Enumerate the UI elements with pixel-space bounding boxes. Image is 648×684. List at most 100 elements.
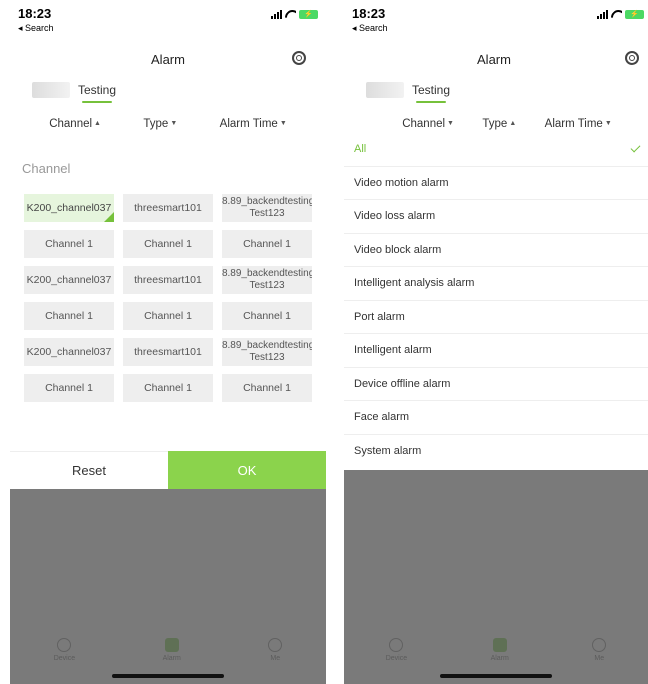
tab-me-label: Me	[270, 655, 281, 662]
caret-down-icon: ▼	[170, 120, 178, 128]
wifi-icon	[285, 10, 296, 19]
person-icon	[268, 638, 283, 652]
filter-bar: Channel ▼ Type ▲ Alarm Time ▼	[344, 118, 648, 130]
alarm-type-label: Face alarm	[354, 411, 410, 424]
tab-me[interactable]: Me	[592, 638, 607, 662]
alarm-type-option[interactable]: All	[344, 133, 648, 167]
caret-down-icon: ▼	[447, 120, 454, 128]
device-icon	[389, 638, 404, 652]
alarm-type-label: Video block alarm	[354, 243, 442, 256]
settings-gear-icon[interactable]	[292, 51, 306, 65]
back-to-search-link[interactable]: ◂ Search	[18, 23, 54, 34]
back-to-search-link[interactable]: ◂ Search	[352, 23, 388, 34]
filter-alarm-time[interactable]: Alarm Time ▼	[545, 118, 612, 130]
tab-alarm[interactable]: Alarm	[163, 638, 181, 662]
filter-type[interactable]: Type ▲	[482, 118, 516, 130]
caret-up-icon: ▲	[94, 120, 101, 128]
ok-button[interactable]: OK	[168, 451, 326, 489]
filter-alarm-time-label: Alarm Time	[544, 118, 603, 130]
channel-chip[interactable]: Channel 1	[222, 230, 312, 258]
status-time: 18:23	[352, 6, 386, 21]
alarm-type-label: Intelligent alarm	[354, 344, 432, 357]
filter-type-label: Type	[143, 118, 169, 130]
alarm-type-option[interactable]: Video block alarm	[344, 234, 648, 267]
alarm-type-label: Video loss alarm	[354, 210, 436, 223]
channel-chip[interactable]: K200_channel037	[24, 266, 114, 294]
alarm-type-option[interactable]: Face alarm	[344, 401, 648, 435]
device-thumbnail	[366, 82, 404, 98]
battery-icon: ⚡	[625, 10, 644, 19]
channel-chip[interactable]: Channel 1	[123, 302, 213, 330]
alarm-type-label: Intelligent analysis alarm	[354, 277, 475, 290]
tab-device-label: Device	[53, 655, 76, 662]
filter-channel[interactable]: Channel ▼	[402, 118, 454, 130]
channel-chip[interactable]: 18.89_backendtesting-Test123	[222, 266, 312, 294]
caret-down-icon: ▼	[279, 120, 287, 128]
device-tab[interactable]: Testing	[366, 82, 450, 103]
channel-chip[interactable]: threesmart101	[123, 194, 213, 222]
tab-alarm-label: Alarm	[162, 655, 181, 662]
bottom-tab-bar: Device Alarm Me	[344, 638, 648, 662]
channel-chip[interactable]: Channel 1	[123, 230, 213, 258]
alarm-type-option[interactable]: System alarm	[344, 435, 648, 469]
wifi-icon	[611, 10, 622, 19]
channel-chip[interactable]: 18.89_backendtesting-Test123	[222, 338, 312, 366]
alarm-type-label: Video motion alarm	[354, 176, 449, 189]
page-title: Alarm	[477, 52, 511, 67]
signal-icon	[271, 10, 282, 19]
filter-type[interactable]: Type ▼	[143, 118, 177, 130]
channel-chip[interactable]: Channel 1	[222, 302, 312, 330]
dim-overlay[interactable]: Device Alarm Me	[344, 470, 648, 684]
channel-chip[interactable]: K200_channel037	[24, 338, 114, 366]
alarm-type-label: Port alarm	[354, 310, 405, 323]
alarm-type-option[interactable]: Video loss alarm	[344, 200, 648, 234]
filter-channel-label: Channel	[49, 118, 93, 130]
channel-chip[interactable]: Channel 1	[123, 374, 213, 402]
channel-chip[interactable]: threesmart101	[123, 338, 213, 366]
filter-actions: Reset OK	[10, 451, 326, 489]
tab-me[interactable]: Me	[268, 638, 283, 662]
dim-overlay[interactable]: Device Alarm Me	[10, 489, 326, 684]
reset-button[interactable]: Reset	[10, 451, 168, 489]
filter-bar: Channel ▲ Type ▼ Alarm Time ▼	[10, 118, 326, 130]
filter-channel-label: Channel	[402, 118, 446, 130]
tab-me-label: Me	[594, 655, 605, 662]
channel-chip[interactable]: Channel 1	[24, 374, 114, 402]
tab-alarm-label: Alarm	[490, 655, 509, 662]
alarm-type-option[interactable]: Video motion alarm	[344, 167, 648, 200]
channel-grid: K200_channel037 threesmart101 18.89_back…	[24, 194, 312, 402]
channel-chip[interactable]: 18.89_backendtesting-Test123	[222, 194, 312, 222]
alarm-type-label: Device offline alarm	[354, 377, 451, 390]
filter-channel[interactable]: Channel ▲	[49, 118, 101, 130]
alarm-type-option[interactable]: Port alarm	[344, 301, 648, 334]
alarm-type-option[interactable]: Device offline alarm	[344, 368, 648, 401]
channel-chip[interactable]: K200_channel037	[24, 194, 114, 222]
status-bar: 18:23 ◂ Search ⚡	[352, 6, 644, 38]
alarm-icon	[164, 638, 179, 652]
alarm-type-list: All Video motion alarm Video loss alarm …	[344, 133, 648, 468]
filter-type-label: Type	[482, 118, 508, 130]
alarm-type-option[interactable]: Intelligent analysis alarm	[344, 267, 648, 301]
home-indicator	[440, 674, 552, 678]
device-thumbnail	[32, 82, 70, 98]
status-icons: ⚡	[271, 10, 318, 19]
alarm-icon	[492, 638, 507, 652]
channel-chip[interactable]: Channel 1	[222, 374, 312, 402]
alarm-type-label: All	[354, 143, 367, 156]
channel-section-label: Channel	[22, 161, 71, 176]
channel-chip[interactable]: Channel 1	[24, 230, 114, 258]
channel-chip[interactable]: Channel 1	[24, 302, 114, 330]
settings-gear-icon[interactable]	[625, 51, 639, 65]
alarm-type-option[interactable]: Intelligent alarm	[344, 334, 648, 368]
tab-device[interactable]: Device	[54, 638, 75, 662]
channel-chip[interactable]: threesmart101	[123, 266, 213, 294]
filter-alarm-time[interactable]: Alarm Time ▼	[220, 118, 287, 130]
signal-icon	[597, 10, 608, 19]
status-bar: 18:23 ◂ Search ⚡	[18, 6, 318, 38]
caret-up-icon: ▲	[509, 120, 517, 128]
tab-device[interactable]: Device	[386, 638, 407, 662]
tab-device-label: Device	[385, 655, 408, 662]
device-tab[interactable]: Testing	[32, 82, 116, 103]
tab-alarm[interactable]: Alarm	[491, 638, 509, 662]
bottom-tab-bar: Device Alarm Me	[10, 638, 326, 662]
